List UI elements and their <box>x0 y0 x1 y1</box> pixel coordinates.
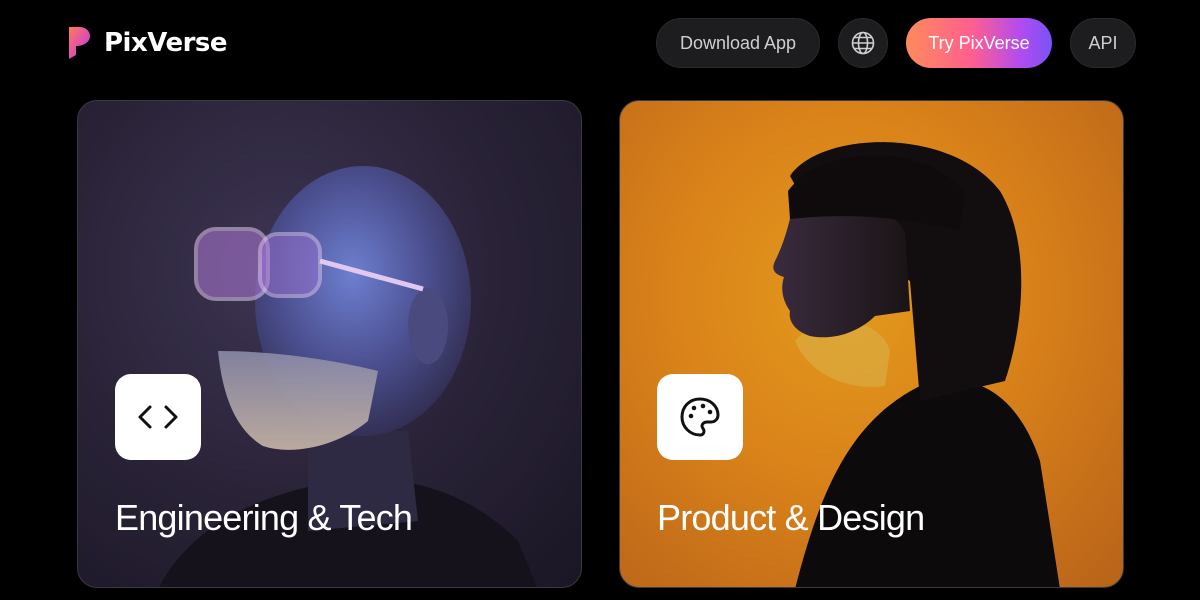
card-title: Product & Design <box>657 497 925 538</box>
brand-name: PixVerse <box>104 28 228 58</box>
top-nav: Download App Try PixVerse API <box>656 18 1136 68</box>
try-pixverse-button[interactable]: Try PixVerse <box>906 18 1052 68</box>
pixverse-logo-icon <box>69 26 90 59</box>
palette-icon <box>680 397 720 437</box>
code-brackets-icon <box>138 405 178 429</box>
card-icon-tile <box>115 374 201 460</box>
card-engineering-tech[interactable]: Engineering & Tech <box>77 100 582 588</box>
card-title: Engineering & Tech <box>115 497 413 538</box>
card-product-design[interactable]: Product & Design <box>619 100 1124 588</box>
language-button[interactable] <box>838 18 888 68</box>
globe-icon <box>851 31 875 55</box>
api-button[interactable]: API <box>1070 18 1136 68</box>
brand-logo[interactable]: PixVerse <box>66 24 228 62</box>
card-icon-tile <box>657 374 743 460</box>
download-app-button[interactable]: Download App <box>656 18 820 68</box>
